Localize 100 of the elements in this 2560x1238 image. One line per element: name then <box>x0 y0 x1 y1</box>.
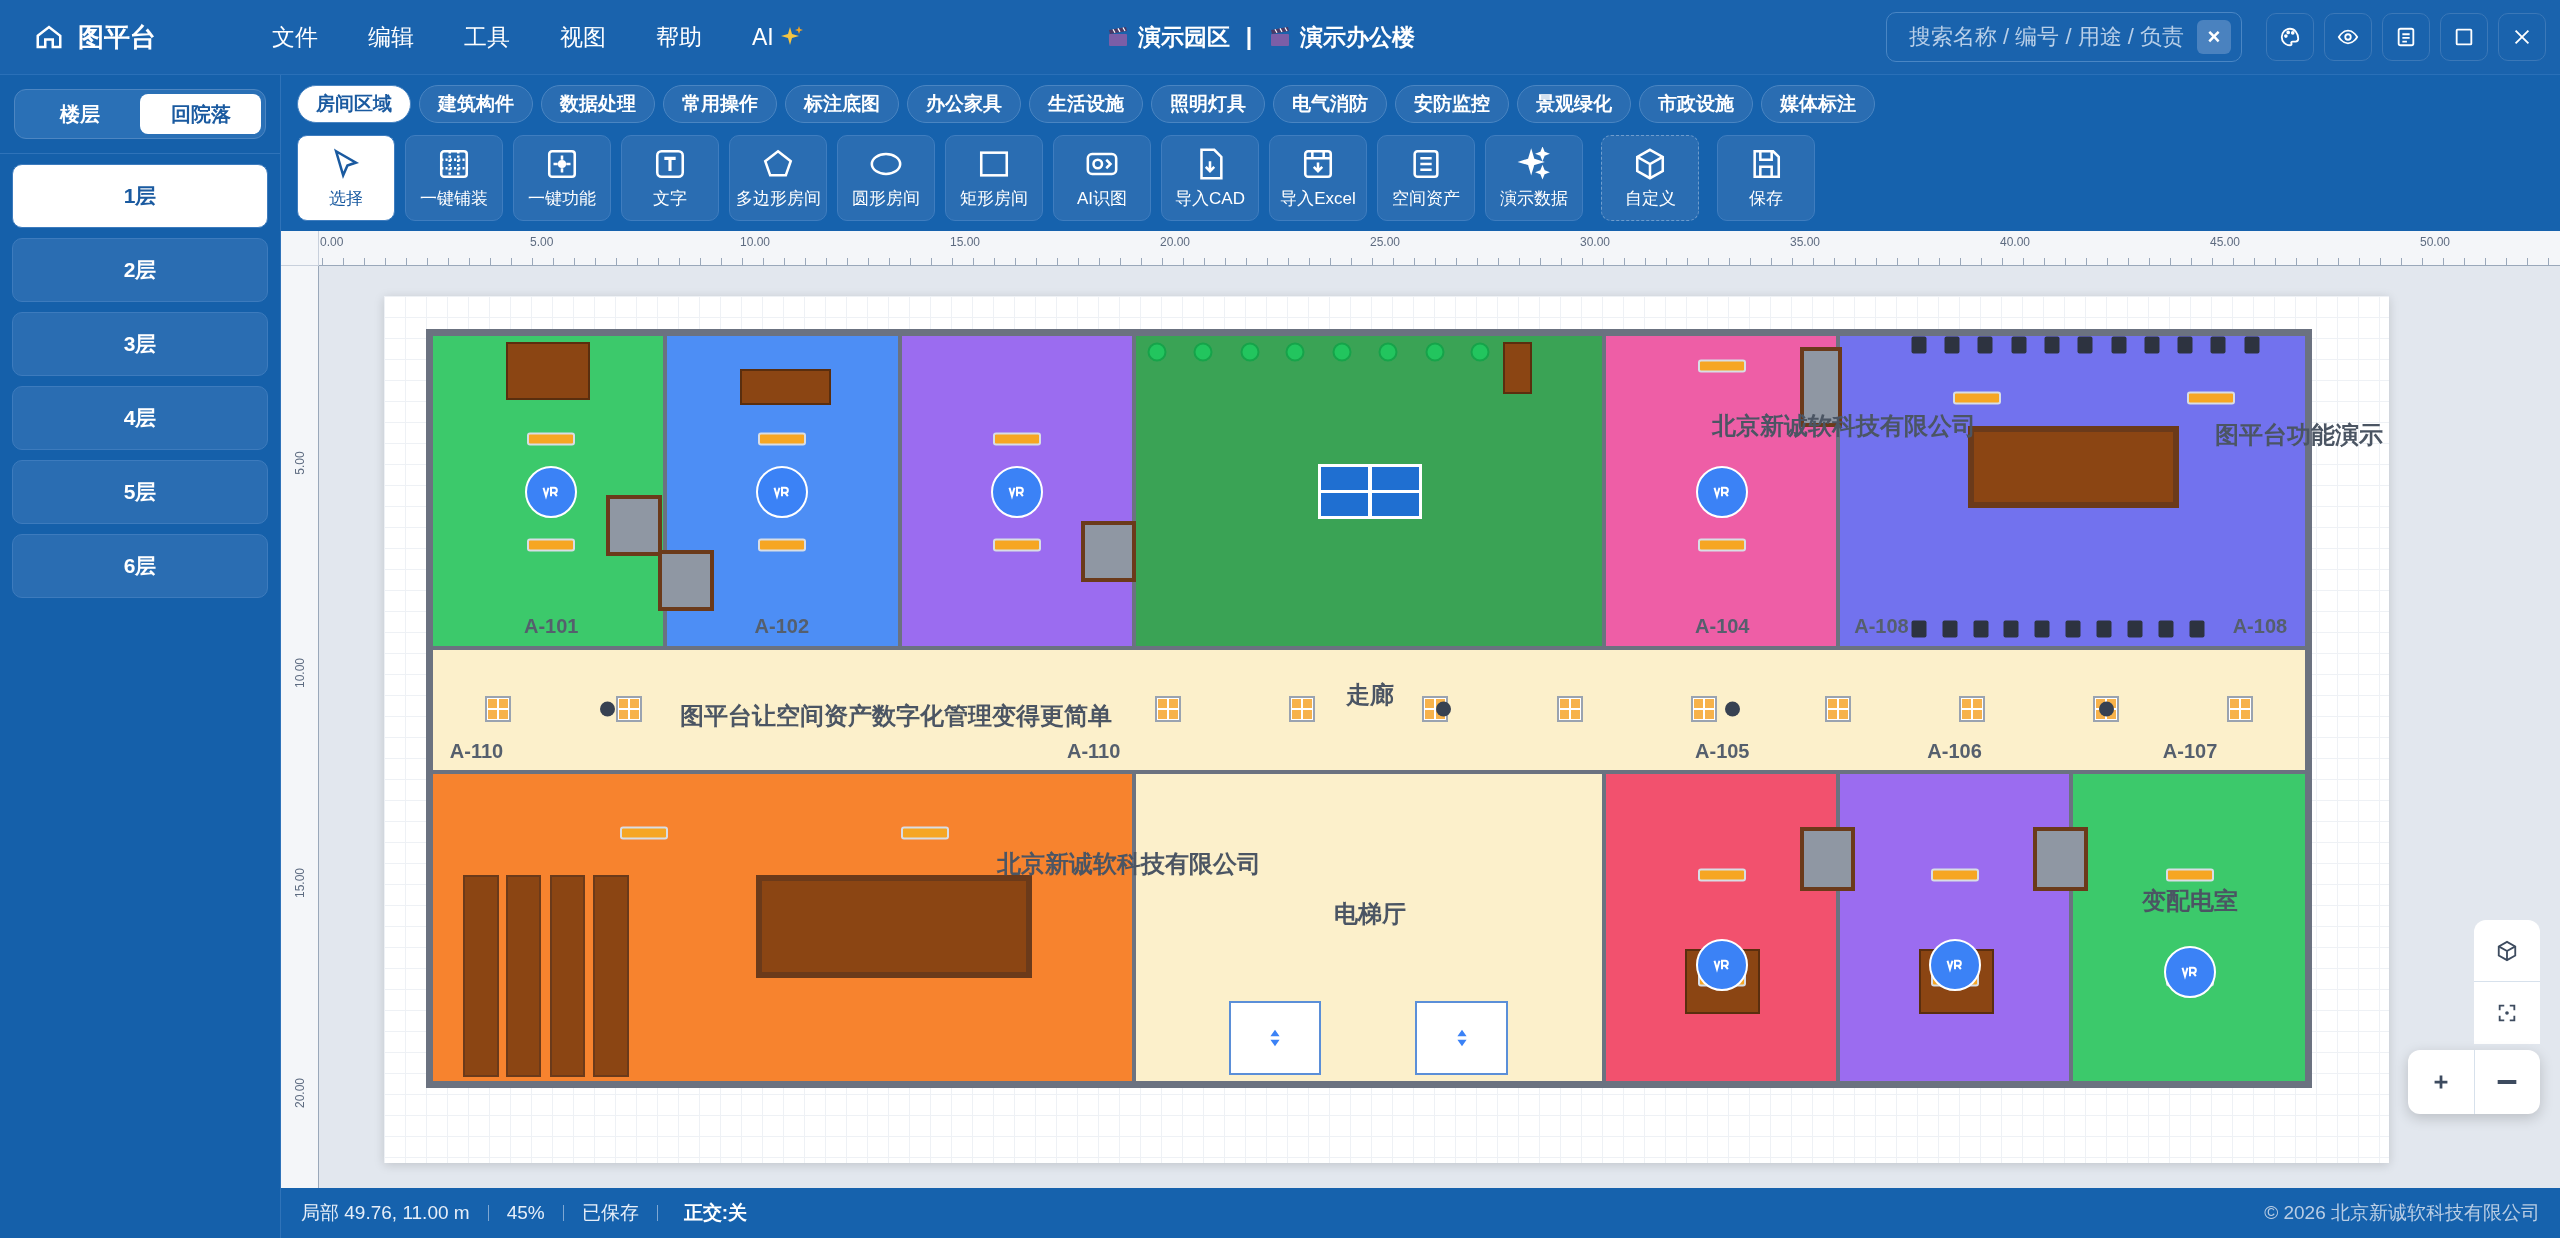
ortho-status: 正交:关 <box>683 1201 747 1225</box>
ruler-label: 10.00 <box>293 657 307 690</box>
category-tab[interactable]: 办公家具 <box>907 85 1021 123</box>
palette-icon <box>2279 26 2301 48</box>
breadcrumb-item[interactable]: 演示办公楼 <box>1300 21 1416 53</box>
category-tab[interactable]: 景观绿化 <box>1517 85 1631 123</box>
menu-item[interactable]: 帮助 <box>642 15 716 59</box>
tool-button[interactable]: 保存 <box>1717 135 1815 221</box>
room-area[interactable] <box>431 648 2307 773</box>
menu-item[interactable]: AI <box>738 15 818 59</box>
tool-button[interactable]: 文字 <box>621 135 719 221</box>
chair-icon <box>2003 620 2019 638</box>
category-tab[interactable]: 照明灯具 <box>1151 85 1265 123</box>
floor-item[interactable]: 3层 <box>12 312 268 376</box>
ruler-label: 25.00 <box>1370 235 1401 249</box>
tool-button[interactable]: 矩形房间 <box>945 135 1043 221</box>
chair-icon <box>2111 336 2127 354</box>
3d-view-button[interactable] <box>2474 920 2540 982</box>
category-tab[interactable]: 媒体标注 <box>1761 85 1875 123</box>
document-icon <box>2395 26 2417 48</box>
floor-item[interactable]: 1层 <box>12 164 268 228</box>
ruler-label: 20.00 <box>293 1077 307 1110</box>
chair-icon <box>2077 336 2093 354</box>
tool-button[interactable]: 圆形房间 <box>837 135 935 221</box>
chair-icon <box>2189 620 2205 638</box>
breadcrumb-separator: | <box>1245 23 1253 51</box>
tool-button[interactable]: 空间资产 <box>1377 135 1475 221</box>
mode-tab[interactable]: 回院落 <box>140 94 261 134</box>
tool-button[interactable]: 一键功能 <box>513 135 611 221</box>
ceiling-light-icon <box>527 432 576 446</box>
category-tab[interactable]: 生活设施 <box>1029 85 1143 123</box>
category-tab[interactable]: 数据处理 <box>541 85 655 123</box>
elevator-icon <box>1228 1000 1322 1075</box>
tool-button[interactable]: AI识图 <box>1053 135 1151 221</box>
tool-button[interactable]: 导入Excel <box>1269 135 1367 221</box>
maximize-button[interactable] <box>2440 13 2488 61</box>
ruler-label: 15.00 <box>293 867 307 900</box>
door-label: A-105 <box>1695 739 1750 763</box>
breadcrumb-item[interactable]: 演示园区 <box>1137 21 1230 53</box>
demo-tool-icon <box>1517 146 1551 181</box>
category-tab[interactable]: 建筑构件 <box>419 85 533 123</box>
chair-icon <box>1911 620 1927 638</box>
menu-item[interactable]: 视图 <box>546 15 620 59</box>
category-tab[interactable]: 常用操作 <box>663 85 777 123</box>
category-tab[interactable]: 市政设施 <box>1639 85 1753 123</box>
copyright-text: © 2026 北京新诚软科技有限公司 <box>2264 1201 2540 1225</box>
close-button[interactable] <box>2498 13 2546 61</box>
category-tab[interactable]: 房间区域 <box>297 85 411 123</box>
app-title: 图平台 <box>78 20 156 54</box>
chair-icon <box>1944 336 1960 354</box>
clear-button[interactable]: × <box>2197 20 2231 54</box>
tool-button[interactable]: 选择 <box>297 135 395 221</box>
room-label: 变配电室 <box>2142 886 2239 916</box>
room-area[interactable] <box>900 334 1135 649</box>
document-button[interactable] <box>2382 13 2430 61</box>
floor-item[interactable]: 5层 <box>12 460 268 524</box>
floor-item[interactable]: 6层 <box>12 534 268 598</box>
chair-icon <box>1973 620 1988 638</box>
category-tab[interactable]: 电气消防 <box>1273 85 1387 123</box>
mode-tab[interactable]: 楼层 <box>19 94 140 134</box>
menu-item[interactable]: 编辑 <box>354 15 428 59</box>
menu-item[interactable]: 工具 <box>450 15 524 59</box>
tool-button[interactable]: 一键铺装 <box>405 135 503 221</box>
tool-button[interactable]: 导入CAD <box>1161 135 1259 221</box>
zoom-level: 45% <box>506 1202 545 1224</box>
chair-icon <box>2096 620 2112 638</box>
category-tab[interactable]: 安防监控 <box>1395 85 1509 123</box>
ceiling-light-icon <box>757 432 806 446</box>
chair-icon <box>2034 620 2050 638</box>
chair-icon <box>2127 620 2143 638</box>
tool-button[interactable]: 多边形房间 <box>729 135 827 221</box>
door-label: A-108 <box>1854 614 1909 638</box>
room-label: 走廊 <box>1345 679 1394 710</box>
chair-icon <box>2210 336 2226 354</box>
palette-button[interactable] <box>2266 13 2314 61</box>
desk-icon <box>1503 342 1533 394</box>
square-lamp-icon <box>1824 696 1851 723</box>
menu-item[interactable]: 文件 <box>258 15 332 59</box>
cube-icon <box>2496 939 2518 962</box>
ceiling-light-icon <box>1698 359 1747 373</box>
minus-icon <box>2497 1080 2518 1084</box>
tool-button[interactable]: 演示数据 <box>1485 135 1583 221</box>
ruler-label: 5.00 <box>530 235 554 249</box>
ceiling-light-icon <box>527 538 576 552</box>
search-field[interactable]: 搜索名称 / 编号 / 用途 / 负责 × <box>1886 12 2242 62</box>
desk-icon <box>505 342 591 401</box>
ceiling-light-icon <box>619 826 668 840</box>
category-tab[interactable]: 标注底图 <box>785 85 899 123</box>
door-label: A-101 <box>523 614 579 638</box>
view-button[interactable] <box>2324 13 2372 61</box>
room-label: 电梯厅 <box>1333 898 1406 929</box>
ceiling-light-icon <box>757 538 806 552</box>
ruler-label: 5.00 <box>293 450 307 477</box>
ceiling-light-icon <box>1953 391 2002 405</box>
square-lamp-icon <box>484 696 511 723</box>
tool-button[interactable]: 自定义 <box>1601 135 1699 221</box>
chair-icon <box>1911 336 1927 354</box>
door-label: A-110 <box>1067 739 1121 763</box>
floor-item[interactable]: 2层 <box>12 238 268 302</box>
floor-item[interactable]: 4层 <box>12 386 268 450</box>
